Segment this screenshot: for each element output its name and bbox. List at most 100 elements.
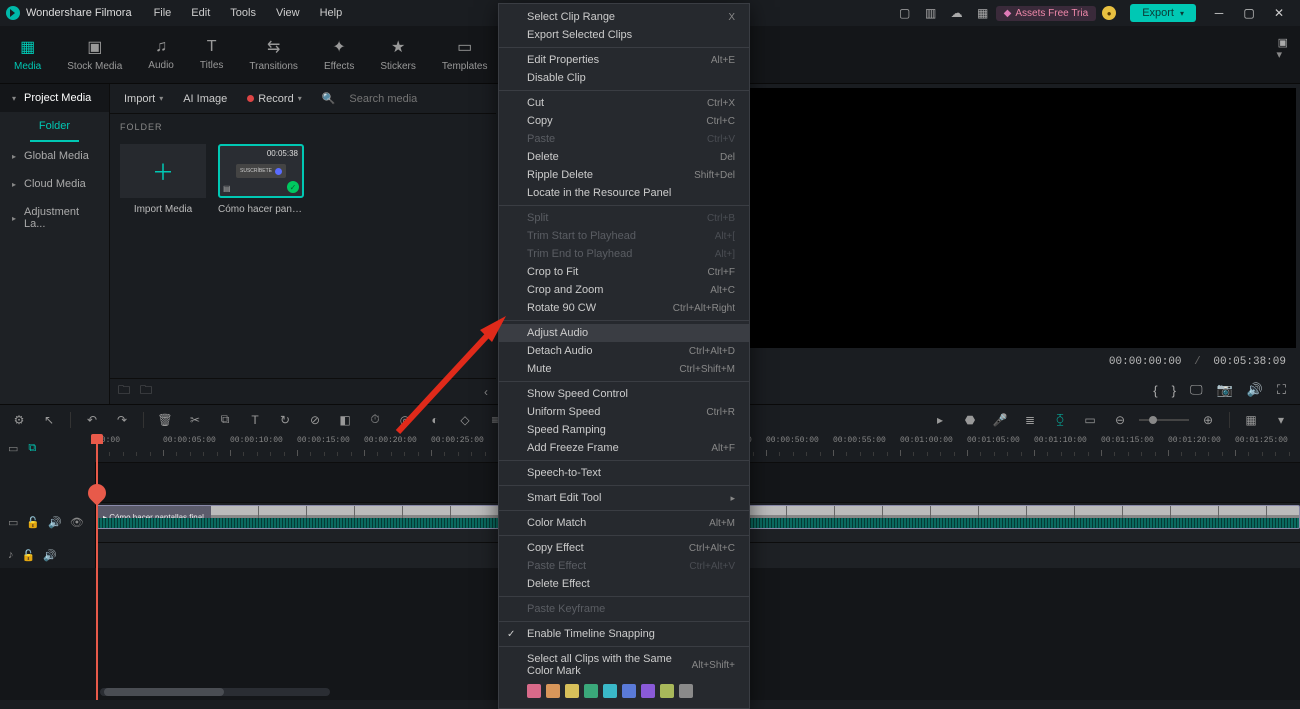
tl-view-options-icon[interactable]: ▦ [1240,409,1262,431]
track-manager-icon[interactable]: ▭ [8,442,18,455]
fullscreen-icon[interactable]: ⛶ [1277,382,1286,398]
collapse-panel-icon[interactable]: ‹ [484,385,488,399]
ctx-select-same-color[interactable]: Select all Clips with the Same Color Mar… [499,650,749,680]
maximize-button[interactable]: ▢ [1234,6,1264,20]
menu-help[interactable]: Help [310,7,353,19]
sidebar-project-media[interactable]: ▾Project Media [0,84,109,112]
ctx-delete[interactable]: DeleteDel [499,148,749,166]
tl-text-icon[interactable]: T [244,409,266,431]
import-dropdown[interactable]: Import▾ [118,91,169,107]
ctx-ripple-delete[interactable]: Ripple DeleteShift+Del [499,166,749,184]
assets-free-trial-button[interactable]: ◆ Assets Free Tria [996,6,1097,21]
menu-tools[interactable]: Tools [220,7,266,19]
ctx-crop-and-zoom[interactable]: Crop and ZoomAlt+C [499,281,749,299]
search-icon[interactable]: 🔍 [316,90,342,107]
tl-color-icon[interactable]: ◧ [334,409,356,431]
ctx-show-speed-control[interactable]: Show Speed Control [499,385,749,403]
tab-templates[interactable]: ▭Templates [442,37,488,72]
tl-rotate-icon[interactable]: ↻ [274,409,296,431]
display-icon[interactable]: 🖵 [1190,382,1203,398]
new-bin-icon[interactable]: 🗀 [140,381,152,402]
menu-file[interactable]: File [144,7,182,19]
track-mute-icon[interactable]: 🔊 [48,516,62,529]
sidebar-folder-tab[interactable]: Folder [30,112,79,142]
ctx-uniform-speed[interactable]: Uniform SpeedCtrl+R [499,403,749,421]
color-swatch[interactable] [546,684,560,698]
ctx-speed-ramping[interactable]: Speed Ramping [499,421,749,439]
ai-image-button[interactable]: AI Image [177,91,233,107]
ctx-speech-to-text[interactable]: Speech-to-Text [499,464,749,482]
tl-link-icon[interactable]: ⊘ [304,409,326,431]
sidebar-global-media[interactable]: ▸Global Media [0,142,109,170]
color-swatch[interactable] [527,684,541,698]
track-link-icon[interactable]: ⧉ [28,442,36,455]
ctx-adjust-audio[interactable]: Adjust Audio [499,324,749,342]
tab-effects[interactable]: ✦Effects [324,37,354,72]
clip-thumbnail[interactable]: 00:05:38 SUSCRÍBETE ▤ ✓ [218,144,304,198]
menu-edit[interactable]: Edit [181,7,220,19]
tl-layout-icon[interactable]: ▭ [1079,409,1101,431]
tl-keyframe-icon[interactable]: ◇ [454,409,476,431]
ctx-edit-properties[interactable]: Edit PropertiesAlt+E [499,51,749,69]
ctx-color-match[interactable]: Color MatchAlt+M [499,514,749,532]
tl-speed-icon[interactable]: ⏱ [364,409,386,431]
mark-in-icon[interactable]: { [1153,383,1157,398]
new-folder-icon[interactable]: 🗀 [118,381,130,402]
timeline-scrollbar[interactable] [100,688,330,696]
record-dropdown[interactable]: Record▾ [241,91,307,107]
color-swatch[interactable] [660,684,674,698]
volume-icon[interactable]: 🔊 [1247,382,1263,398]
tl-mic-icon[interactable]: 🎤 [989,409,1011,431]
tl-zoom-in-icon[interactable]: ⊕ [1197,409,1219,431]
ctx-add-freeze-frame[interactable]: Add Freeze FrameAlt+F [499,439,749,457]
track-mute-icon[interactable]: 🔊 [43,549,57,562]
tab-stickers[interactable]: ★Stickers [380,37,416,72]
tl-delete-icon[interactable]: 🗑 [154,409,176,431]
sidebar-cloud-media[interactable]: ▸Cloud Media [0,170,109,198]
tl-zoom-slider[interactable] [1139,419,1189,421]
ctx-cut[interactable]: CutCtrl+X [499,94,749,112]
tl-play-icon[interactable]: ▸ [929,409,951,431]
color-swatch[interactable] [679,684,693,698]
search-input[interactable] [349,93,488,105]
ctx-locate-in-the-resource-panel[interactable]: Locate in the Resource Panel [499,184,749,202]
ctx-copy-effect[interactable]: Copy EffectCtrl+Alt+C [499,539,749,557]
tl-tracking-icon[interactable]: ◎ [394,409,416,431]
ctx-enable-timeline-snapping[interactable]: ✓Enable Timeline Snapping [499,625,749,643]
ctx-disable-clip[interactable]: Disable Clip [499,69,749,87]
ctx-rotate-90-cw[interactable]: Rotate 90 CWCtrl+Alt+Right [499,299,749,317]
tab-media[interactable]: ▦Media [14,37,41,72]
ctx-delete-effect[interactable]: Delete Effect [499,575,749,593]
tl-settings-icon[interactable]: ⚙ [8,409,30,431]
minimize-button[interactable]: ─ [1204,6,1234,20]
account-icon[interactable]: ● [1096,0,1122,26]
ctx-export-selected-clips[interactable]: Export Selected Clips [499,26,749,44]
ctx-select-clip-range[interactable]: Select Clip RangeX [499,8,749,26]
ctx-smart-edit-tool[interactable]: Smart Edit Tool▸ [499,489,749,507]
track-audio-icon[interactable]: ♪ [8,549,14,561]
tl-cursor-icon[interactable]: ↖ [38,409,60,431]
track-lock-icon[interactable]: 🔓 [22,549,36,562]
ctx-detach-audio[interactable]: Detach AudioCtrl+Alt+D [499,342,749,360]
track-lock-icon[interactable]: 🔓 [26,516,40,529]
mark-out-icon[interactable]: } [1172,383,1176,398]
export-button[interactable]: Export ▾ [1130,4,1196,22]
tl-mixer-icon[interactable]: ≣ [1019,409,1041,431]
media-clip-tile[interactable]: 00:05:38 SUSCRÍBETE ▤ ✓ Cómo hacer panta… [218,144,304,215]
color-swatch[interactable] [584,684,598,698]
tl-magnet-icon[interactable]: ⧲ [1049,409,1071,431]
ctx-mute[interactable]: MuteCtrl+Shift+M [499,360,749,378]
color-swatch[interactable] [603,684,617,698]
import-media-tile[interactable]: ＋ [120,144,206,198]
tl-crop-icon[interactable]: ⧉ [214,409,236,431]
playhead[interactable] [96,434,98,700]
track-visibility-icon[interactable]: 👁 [70,516,84,529]
tl-split-icon[interactable]: ✂ [184,409,206,431]
snapshot-icon[interactable]: 📷 [1217,382,1233,398]
clip-context-menu[interactable]: Select Clip RangeXExport Selected Clips E… [498,3,750,709]
layout-icon[interactable]: ▢ [892,0,918,26]
tab-titles[interactable]: TTitles [200,38,224,71]
ctx-copy[interactable]: CopyCtrl+C [499,112,749,130]
tl-redo-icon[interactable]: ↷ [111,409,133,431]
tl-undo-icon[interactable]: ↶ [81,409,103,431]
